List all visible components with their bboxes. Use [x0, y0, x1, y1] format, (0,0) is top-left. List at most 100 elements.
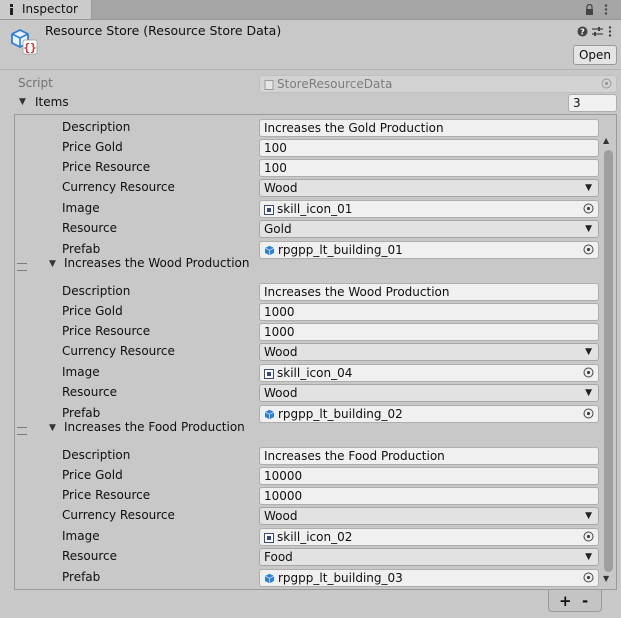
- element-title: Increases the Wood Production: [64, 256, 250, 270]
- currency-resource-value: Wood: [264, 509, 298, 523]
- info-icon: [10, 4, 13, 15]
- chevron-down-icon: ▼: [585, 347, 592, 357]
- prefab-field[interactable]: rpgpp_lt_building_01: [259, 241, 599, 259]
- scroll-down-arrow[interactable]: ▼: [603, 574, 609, 583]
- description-field[interactable]: Increases the Wood Production: [259, 283, 599, 301]
- image-value: skill_icon_01: [277, 202, 353, 216]
- sprite-icon: [264, 205, 274, 215]
- price-gold-field[interactable]: 100: [259, 139, 599, 157]
- element-foldout-arrow[interactable]: ▼: [49, 423, 56, 433]
- remove-element-button[interactable]: -: [582, 592, 588, 610]
- field-label-price-resource: Price Resource: [62, 160, 151, 174]
- scrollbar-thumb[interactable]: [604, 150, 613, 572]
- object-picker-icon[interactable]: [583, 531, 594, 542]
- help-icon[interactable]: ?: [577, 26, 588, 37]
- image-value: skill_icon_02: [277, 530, 353, 544]
- field-label-resource: Resource: [62, 385, 118, 399]
- field-label-prefab: Prefab: [62, 406, 101, 420]
- field-label-prefab: Prefab: [62, 570, 101, 584]
- prefab-field[interactable]: rpgpp_lt_building_02: [259, 405, 599, 423]
- price-resource-field[interactable]: 100: [259, 159, 599, 177]
- svg-text:?: ?: [580, 28, 585, 37]
- sprite-icon: [264, 533, 274, 543]
- kebab-menu-icon[interactable]: [604, 4, 608, 15]
- image-field[interactable]: skill_icon_01: [259, 200, 599, 218]
- description-field[interactable]: Increases the Gold Production: [259, 119, 599, 137]
- resource-dropdown[interactable]: Gold ▼: [259, 220, 599, 238]
- items-label: Items: [35, 95, 69, 109]
- field-label-description: Description: [62, 284, 131, 298]
- object-picker-icon[interactable]: [583, 408, 594, 419]
- reorder-handle[interactable]: [17, 263, 27, 271]
- field-label-description: Description: [62, 448, 131, 462]
- price-resource-field[interactable]: 10000: [259, 487, 599, 505]
- items-foldout-arrow[interactable]: ▼: [19, 97, 26, 107]
- field-label-currency-resource: Currency Resource: [62, 180, 175, 194]
- currency-resource-dropdown[interactable]: Wood ▼: [259, 343, 599, 361]
- script-object-icon: {}: [11, 28, 38, 55]
- prefab-field[interactable]: rpgpp_lt_building_03: [259, 569, 599, 587]
- field-label-image: Image: [62, 529, 100, 543]
- script-label: Script: [18, 76, 53, 90]
- field-label-price-resource: Price Resource: [62, 324, 151, 338]
- field-label-resource: Resource: [62, 549, 118, 563]
- currency-resource-dropdown[interactable]: Wood ▼: [259, 507, 599, 525]
- field-label-price-gold: Price Gold: [62, 468, 123, 482]
- add-element-button[interactable]: +: [559, 592, 572, 610]
- field-label-description: Description: [62, 120, 131, 134]
- description-field[interactable]: Increases the Food Production: [259, 447, 599, 465]
- element-title: Increases the Food Production: [64, 420, 245, 434]
- field-label-currency-resource: Currency Resource: [62, 508, 175, 522]
- chevron-down-icon: ▼: [585, 183, 592, 193]
- object-picker-icon[interactable]: [583, 203, 594, 214]
- prefab-value: rpgpp_lt_building_02: [278, 407, 403, 421]
- resource-dropdown[interactable]: Food ▼: [259, 548, 599, 566]
- script-file-icon: [264, 80, 274, 90]
- reorder-handle[interactable]: [17, 427, 27, 435]
- preset-sliders-icon[interactable]: [592, 26, 603, 37]
- chevron-down-icon: ▼: [585, 552, 592, 562]
- price-resource-value: 100: [264, 161, 287, 175]
- kebab-menu-icon[interactable]: [608, 26, 612, 37]
- list-footer: + -: [548, 590, 602, 612]
- price-gold-value: 1000: [264, 305, 295, 319]
- price-resource-value: 10000: [264, 489, 303, 503]
- object-picker-icon: [601, 78, 612, 89]
- prefab-icon: [264, 573, 275, 584]
- scroll-up-arrow[interactable]: ▲: [603, 136, 609, 145]
- description-value: Increases the Wood Production: [264, 285, 450, 299]
- description-value: Increases the Gold Production: [264, 121, 444, 135]
- object-picker-icon[interactable]: [583, 244, 594, 255]
- open-button[interactable]: Open: [573, 45, 617, 65]
- currency-resource-value: Wood: [264, 181, 298, 195]
- element-foldout-arrow[interactable]: ▼: [49, 259, 56, 269]
- resource-value: Wood: [264, 386, 298, 400]
- field-label-image: Image: [62, 365, 100, 379]
- tab-label: Inspector: [22, 2, 78, 16]
- object-title: Resource Store (Resource Store Data): [45, 23, 282, 38]
- chevron-down-icon: ▼: [585, 388, 592, 398]
- chevron-down-icon: ▼: [585, 511, 592, 521]
- object-picker-icon[interactable]: [583, 572, 594, 583]
- prefab-value: rpgpp_lt_building_03: [278, 571, 403, 585]
- price-gold-field[interactable]: 1000: [259, 303, 599, 321]
- object-picker-icon[interactable]: [583, 367, 594, 378]
- price-gold-value: 10000: [264, 469, 303, 483]
- price-gold-field[interactable]: 10000: [259, 467, 599, 485]
- image-field[interactable]: skill_icon_04: [259, 364, 599, 382]
- tab-inspector[interactable]: Inspector: [0, 0, 92, 19]
- currency-resource-value: Wood: [264, 345, 298, 359]
- lock-icon[interactable]: [585, 4, 594, 15]
- items-count-field[interactable]: 3: [568, 94, 617, 112]
- field-label-image: Image: [62, 201, 100, 215]
- currency-resource-dropdown[interactable]: Wood ▼: [259, 179, 599, 197]
- resource-dropdown[interactable]: Wood ▼: [259, 384, 599, 402]
- price-resource-field[interactable]: 1000: [259, 323, 599, 341]
- field-label-currency-resource: Currency Resource: [62, 344, 175, 358]
- price-resource-value: 1000: [264, 325, 295, 339]
- image-field[interactable]: skill_icon_02: [259, 528, 599, 546]
- resource-value: Gold: [264, 222, 292, 236]
- chevron-down-icon: ▼: [585, 224, 592, 234]
- svg-text:{}: {}: [23, 41, 36, 54]
- image-value: skill_icon_04: [277, 366, 353, 380]
